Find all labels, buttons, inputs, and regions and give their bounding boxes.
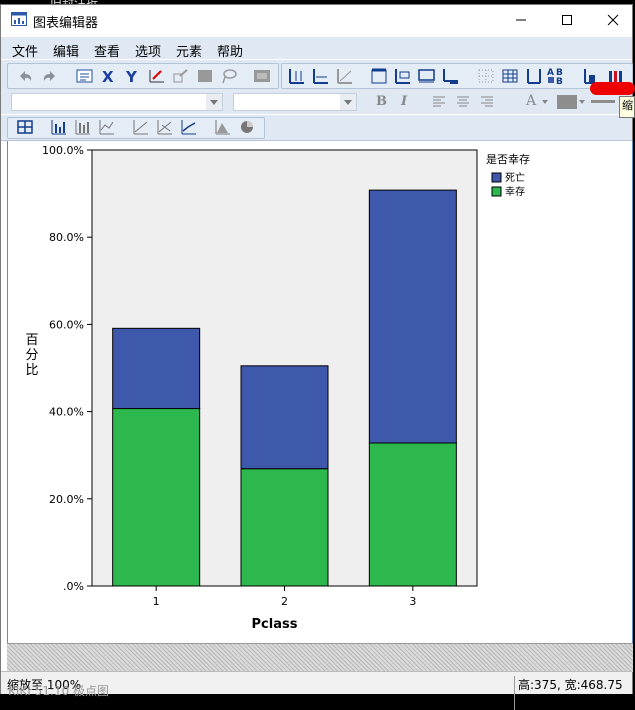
minimize-button[interactable]: [498, 5, 544, 35]
legend-swatch[interactable]: [491, 186, 502, 197]
title-bar[interactable]: 图表编辑器: [1, 5, 632, 35]
y-tick-label: 100.0%: [42, 144, 84, 157]
menu-options[interactable]: 选项: [135, 41, 161, 60]
reference-line-x-icon[interactable]: [312, 68, 330, 84]
align-center-icon[interactable]: [456, 95, 470, 109]
svg-text:B: B: [556, 77, 563, 86]
y-tick-label: 80.0%: [49, 231, 84, 244]
tooltip: 缩: [619, 96, 635, 118]
properties-icon[interactable]: [76, 68, 94, 84]
redo-icon[interactable]: [41, 68, 59, 84]
menu-view[interactable]: 查看: [94, 41, 120, 60]
format-toolbar: B I A: [1, 90, 632, 114]
chart-editor-app-icon: [11, 12, 27, 26]
chart-element-icon[interactable]: [16, 119, 34, 135]
fit-scatter-icon[interactable]: [156, 119, 174, 135]
italic-button[interactable]: I: [401, 94, 407, 109]
y-tick-label: 60.0%: [49, 318, 84, 331]
table-icon[interactable]: [196, 68, 214, 84]
title-icon[interactable]: [370, 68, 388, 84]
template-icon[interactable]: [253, 68, 273, 84]
legend-item[interactable]: 幸存: [505, 185, 525, 198]
maximize-button[interactable]: [544, 5, 590, 35]
window-title: 图表编辑器: [33, 16, 99, 31]
footnote-icon[interactable]: [442, 68, 460, 84]
chevron-down-icon: [579, 100, 585, 104]
text-box-icon[interactable]: [418, 68, 436, 84]
text-color-button[interactable]: A: [526, 93, 536, 109]
transpose-icon[interactable]: [172, 68, 190, 84]
svg-text:X: X: [102, 68, 114, 84]
bar-segment[interactable]: [112, 327, 201, 410]
align-right-icon[interactable]: [480, 95, 494, 109]
legend-swatch[interactable]: [491, 172, 502, 183]
align-left-icon[interactable]: [432, 95, 446, 109]
fill-color-swatch[interactable]: [557, 95, 577, 109]
x-axis-icon[interactable]: X: [100, 68, 118, 84]
menu-help[interactable]: 帮助: [217, 41, 243, 60]
bar-segment[interactable]: [240, 365, 329, 470]
bar-segment[interactable]: [368, 189, 457, 444]
undo-icon[interactable]: [16, 68, 34, 84]
legend-title[interactable]: 是否幸存: [486, 152, 530, 166]
chevron-down-icon: [344, 100, 352, 105]
interpolation-icon[interactable]: [180, 119, 198, 135]
font-family-dropdown[interactable]: [11, 93, 223, 111]
y-tick-label: 40.0%: [49, 406, 84, 419]
histogram-icon[interactable]: [74, 119, 92, 135]
bar-segment[interactable]: [368, 442, 457, 587]
x-axis-title[interactable]: Pclass: [252, 617, 298, 632]
chart-size-status: 高:375, 宽:468.75 磅: [514, 676, 632, 710]
bar-segment[interactable]: [240, 468, 329, 587]
bar-segment[interactable]: [112, 408, 201, 587]
y-tick-label: .0%: [63, 580, 84, 593]
chart-type-toolbar: [1, 115, 632, 141]
red-annotation-mark: [590, 82, 635, 95]
lasso-icon[interactable]: [220, 68, 238, 84]
fit-line-icon[interactable]: [336, 68, 354, 84]
background-text-bottom: KIKI 51:10 极点图: [8, 684, 110, 698]
chevron-down-icon: [542, 100, 548, 104]
menu-elements[interactable]: 元素: [176, 41, 202, 60]
svg-text:Y: Y: [125, 68, 138, 84]
bold-button[interactable]: B: [376, 94, 387, 109]
menu-file[interactable]: 文件: [12, 41, 38, 60]
stacked-bar-chart[interactable]: .0% 20.0% 40.0% 60.0% 80.0% 100.0% 1 2 3 百分比 Pc…: [8, 141, 632, 643]
main-toolbar: X Y ABB: [1, 60, 633, 90]
resize-area[interactable]: [7, 643, 633, 672]
minimize-icon: [516, 19, 526, 21]
show-grid-icon[interactable]: [501, 68, 519, 84]
y-axis-title[interactable]: 百分比: [25, 333, 38, 378]
area-chart-icon[interactable]: [214, 119, 232, 135]
rescale-icon[interactable]: [148, 68, 166, 84]
chevron-down-icon: [210, 100, 218, 105]
menu-edit[interactable]: 编辑: [53, 41, 79, 60]
line-color-swatch[interactable]: [591, 100, 615, 103]
y-tick-label: 20.0%: [49, 493, 84, 506]
y-axis-icon[interactable]: Y: [124, 68, 142, 84]
line-chart-icon[interactable]: [98, 119, 116, 135]
close-button[interactable]: [590, 5, 635, 35]
scatter-icon[interactable]: [132, 119, 150, 135]
x-tick-label: 3: [409, 595, 416, 608]
close-icon: [607, 14, 619, 26]
maximize-icon: [562, 15, 572, 25]
pie-chart-icon[interactable]: [238, 119, 256, 135]
font-size-dropdown[interactable]: [233, 93, 357, 111]
derived-axis-icon[interactable]: [525, 68, 543, 84]
chart-editor-window: 图表编辑器 文件 编辑 查看 选项 元素 帮助 X Y A B B B I A …: [0, 4, 633, 710]
menu-bar: 文件 编辑 查看 选项 元素 帮助: [1, 37, 632, 60]
grid-lines-icon[interactable]: [477, 68, 495, 84]
x-tick-label: 2: [281, 595, 288, 608]
annotation-icon[interactable]: [394, 68, 412, 84]
chart-canvas[interactable]: .0% 20.0% 40.0% 60.0% 80.0% 100.0% 1 2 3 百分比 Pc…: [7, 141, 633, 643]
svg-text:A: A: [547, 68, 554, 78]
bar-icon[interactable]: [50, 119, 68, 135]
legend-item[interactable]: 死亡: [505, 171, 525, 184]
x-tick-label: 1: [153, 595, 160, 608]
reference-line-y-icon[interactable]: [288, 68, 306, 84]
data-labels-icon[interactable]: A BB: [547, 66, 567, 86]
